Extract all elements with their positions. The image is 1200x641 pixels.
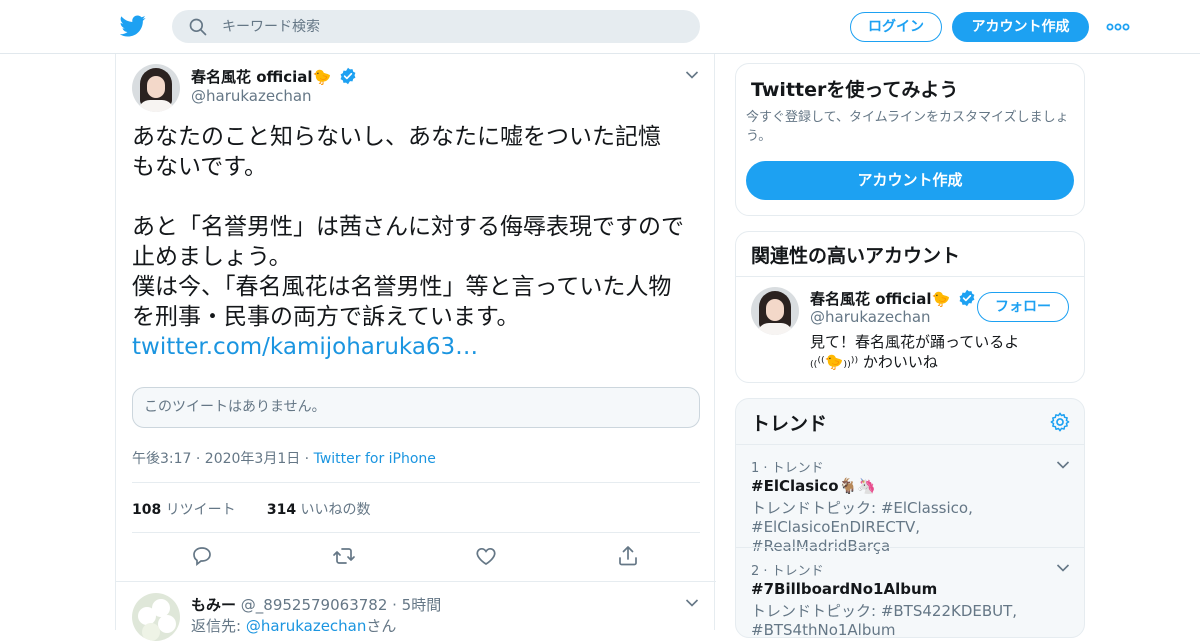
chevron-down-icon[interactable]: [1056, 563, 1070, 573]
signup-card-button[interactable]: アカウント作成: [746, 161, 1074, 200]
likes-count[interactable]: 314: [267, 502, 296, 518]
author-avatar[interactable]: [132, 64, 180, 112]
tweet-link[interactable]: twitter.com/kamijoharuka63…: [132, 332, 702, 362]
settings-gear-icon[interactable]: [1049, 411, 1071, 433]
reply-to-prefix: 返信先:: [191, 617, 246, 635]
trend-rank: 1 · トレンド: [751, 461, 824, 476]
tweet-source-link[interactable]: Twitter for iPhone: [314, 451, 436, 467]
retweets-count[interactable]: 108: [132, 502, 161, 518]
tweet-text-line: 僕は今、「春名風花は名誉男性」等と言っていた人物: [132, 274, 672, 300]
divider: [132, 482, 700, 483]
divider: [132, 532, 700, 533]
reply-author-name[interactable]: もみー: [191, 596, 236, 614]
related-account-name[interactable]: 春名風花 official🐤: [810, 290, 950, 308]
follow-button[interactable]: フォロー: [977, 292, 1069, 322]
reply-tweet[interactable]: もみー @_8952579063782 · 5時間 返信先: @harukaze…: [116, 581, 716, 641]
related-account-bio: 見て！春名風花が踊っているよ ₍₍⁽⁽🐤₎₎⁾⁾ かわいいね: [810, 332, 1019, 372]
top-navigation-bar: ログイン アカウント作成: [0, 0, 1200, 54]
trends-title: トレンド: [751, 413, 828, 435]
like-heart-icon[interactable]: [474, 544, 498, 568]
verified-badge-icon: [340, 67, 356, 85]
tweet-column: 春名風花 official🐤 @harukazechan あなたのこと知らないし…: [115, 54, 716, 641]
tweet-text-line: あと「名誉男性」は茜さんに対する侮辱表現ですので: [132, 214, 684, 240]
tweet-text-line: を刑事・民事の両方で訴えています。: [132, 304, 520, 330]
signup-card-subtitle: 今すぐ登録して、タイムラインをカスタマイズしましょう。: [746, 110, 1069, 144]
reply-author-handle[interactable]: @_8952579063782: [241, 596, 388, 614]
chevron-down-icon[interactable]: [685, 598, 699, 608]
retweet-icon[interactable]: [332, 544, 356, 568]
trend-name[interactable]: #ElClasico🐐🦄: [751, 477, 876, 495]
more-options-icon[interactable]: [1106, 16, 1130, 38]
search-box[interactable]: [172, 10, 700, 43]
chevron-down-icon[interactable]: [685, 70, 699, 80]
trend-description: トレンドトピック: #BTS422KDEBUT, #BTS4thNo1Album: [751, 602, 1018, 638]
reply-to-suffix: さん: [366, 617, 397, 635]
reply-icon[interactable]: [190, 544, 214, 568]
related-accounts-title: 関連性の高いアカウント: [751, 245, 961, 267]
tweet-text: あなたのこと知らないし、あなたに嘘をついた記憶 もないです。 あと「名誉男性」は…: [132, 122, 702, 362]
likes-label[interactable]: いいねの数: [301, 502, 371, 518]
signup-button[interactable]: アカウント作成: [952, 12, 1089, 42]
related-account-bio-line: 見て！春名風花が踊っているよ: [810, 333, 1020, 351]
signup-card: Twitterを使ってみよう 今すぐ登録して、タイムラインをカスタマイズしましょ…: [735, 63, 1085, 216]
signup-card-title: Twitterを使ってみよう: [751, 79, 959, 101]
twitter-bird-logo-icon[interactable]: [120, 13, 146, 39]
chevron-down-icon[interactable]: [1056, 460, 1070, 470]
search-input[interactable]: [222, 10, 682, 43]
author-name[interactable]: 春名風花 official🐤: [191, 68, 331, 86]
related-account-avatar[interactable]: [751, 287, 799, 335]
related-account-handle[interactable]: @harukazechan: [810, 308, 931, 326]
tweet-timestamp-row: 午後3:17 · 2020年3月1日 · Twitter for iPhone: [132, 448, 436, 468]
tweet-time[interactable]: 午後3:17 · 2020年3月1日 ·: [132, 451, 314, 467]
reply-to-line: 返信先: @harukazechanさん: [191, 615, 396, 636]
tweet-text-line: もないです。: [132, 154, 268, 180]
share-icon[interactable]: [616, 544, 640, 568]
search-icon: [189, 18, 207, 36]
related-account-bio-line: ₍₍⁽⁽🐤₎₎⁾⁾ かわいいね: [810, 353, 938, 371]
quoted-tweet-unavailable: このツイートはありません。: [132, 387, 700, 428]
tweet-text-line: [132, 182, 702, 212]
reply-time[interactable]: · 5時間: [387, 596, 441, 614]
related-accounts-card: 関連性の高いアカウント 春名風花 official🐤 @harukazechan…: [735, 231, 1085, 383]
author-handle[interactable]: @harukazechan: [191, 87, 312, 105]
login-button[interactable]: ログイン: [850, 12, 942, 42]
tweet-text-line: あなたのこと知らないし、あなたに嘘をついた記憶: [132, 124, 661, 150]
reply-author-row: もみー @_8952579063782 · 5時間: [191, 594, 441, 615]
trend-rank: 2 · トレンド: [751, 564, 824, 579]
trend-name[interactable]: #7BillboardNo1Album: [751, 580, 937, 598]
verified-badge-icon: [959, 289, 975, 307]
related-account-name-row[interactable]: 春名風花 official🐤: [810, 288, 976, 309]
reply-author-avatar[interactable]: [132, 593, 180, 641]
trends-card: トレンド 1 · トレンド #ElClasico🐐🦄 トレンドトピック: #El…: [735, 398, 1085, 638]
tweet-text-line: 止めましょう。: [132, 244, 292, 270]
divider: [736, 276, 1084, 277]
tweet-actions: [132, 542, 700, 572]
reply-to-handle-link[interactable]: @harukazechan: [246, 617, 367, 635]
author-name-row[interactable]: 春名風花 official🐤: [191, 66, 357, 87]
trend-item[interactable]: 2 · トレンド #7BillboardNo1Album トレンドトピック: #…: [736, 547, 1084, 638]
retweets-label[interactable]: リツイート: [166, 502, 236, 518]
tweet-stats: 108 リツイート 314 いいねの数: [132, 499, 371, 519]
trend-item[interactable]: 1 · トレンド #ElClasico🐐🦄 トレンドトピック: #ElClass…: [736, 444, 1084, 555]
